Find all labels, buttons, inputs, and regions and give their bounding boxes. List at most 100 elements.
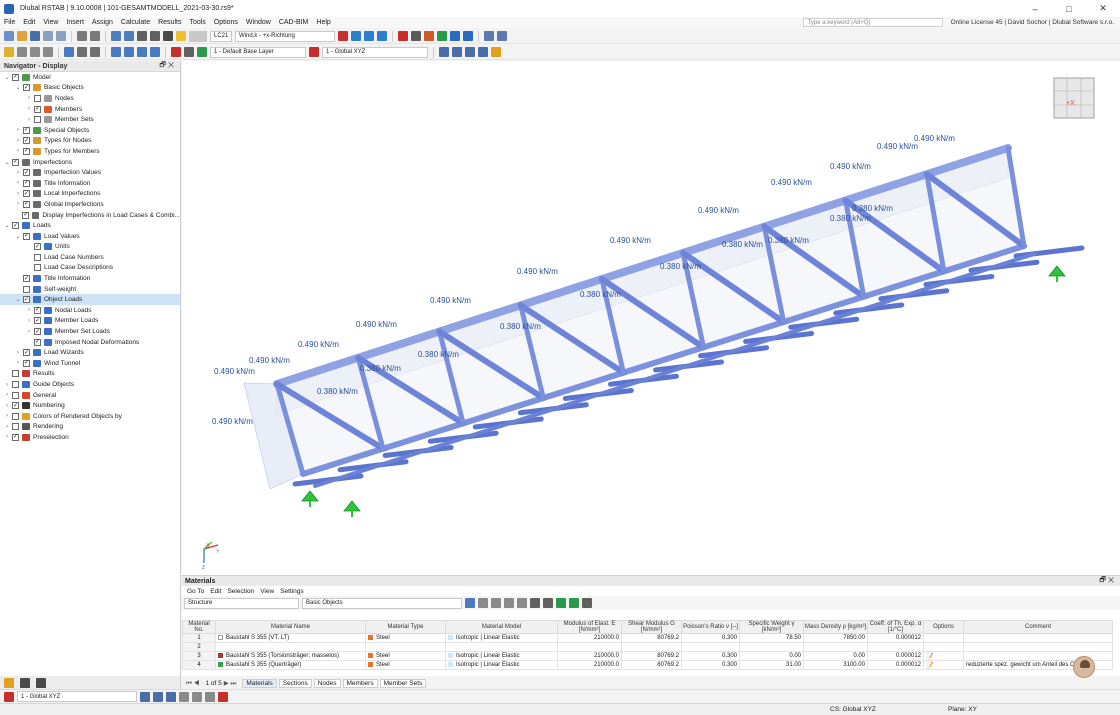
nav-item-model[interactable]: ⌄✓Model: [0, 72, 180, 83]
visibility-checkbox[interactable]: ✓: [23, 127, 30, 134]
cell-model[interactable]: Isotropic | Linear Elastic: [446, 661, 558, 670]
visibility-checkbox[interactable]: ✓: [23, 360, 30, 367]
menu-calculate[interactable]: Calculate: [117, 19, 154, 26]
user-avatar[interactable]: [1073, 656, 1095, 678]
nav-item-load-case-descriptions[interactable]: Load Case Descriptions: [0, 263, 180, 274]
cell-name[interactable]: [216, 643, 366, 652]
visibility-checkbox[interactable]: [12, 392, 19, 399]
coordinate-system-select[interactable]: 1 - Global XYZ: [322, 47, 428, 58]
cell-rho[interactable]: [804, 643, 868, 652]
nav-item-global-imperfections[interactable]: ›✓Global Imperfections: [0, 199, 180, 210]
visibility-checkbox[interactable]: ✓: [23, 275, 30, 282]
nav-item-imperfections[interactable]: ⌄✓Imperfections: [0, 157, 180, 168]
coordinate-icon[interactable]: [309, 47, 319, 57]
visibility-checkbox[interactable]: ✓: [23, 201, 30, 208]
cell-model[interactable]: Isotropic | Linear Elastic: [446, 634, 558, 643]
col-specific-weight[interactable]: Specific Weight γ [kN/m³]: [740, 621, 804, 634]
table-row[interactable]: 1Baustahl S 355 (VT, LT)SteelIsotropic |…: [183, 634, 1113, 643]
table-row[interactable]: 4Baustahl S 355 (Querträger)SteelIsotrop…: [183, 661, 1113, 670]
expand-toggle-icon[interactable]: ›: [15, 148, 21, 154]
col-comment[interactable]: Comment: [964, 621, 1113, 634]
visibility-checkbox[interactable]: [34, 254, 41, 261]
materials-pin-close[interactable]: 🗗 ✕: [1099, 576, 1114, 587]
close-button[interactable]: ✕: [1086, 0, 1120, 17]
view-layout-icon[interactable]: [111, 31, 121, 41]
table-copy-icon[interactable]: [504, 598, 514, 608]
visibility-checkbox[interactable]: ✓: [23, 233, 30, 240]
cell-options[interactable]: [924, 643, 964, 652]
col-thermal-coeff[interactable]: Coeff. of Th. Exp. α [1/°C]: [868, 621, 924, 634]
views-tab-icon[interactable]: [36, 678, 46, 688]
save-icon[interactable]: [30, 31, 40, 41]
transparency-icon[interactable]: [452, 47, 462, 57]
expand-toggle-icon[interactable]: ›: [26, 95, 32, 101]
nav-item-guide-objects[interactable]: ›Guide Objects: [0, 379, 180, 390]
nav-item-wind-tunnel[interactable]: ›✓Wind Tunnel: [0, 358, 180, 369]
col-poisson[interactable]: Poisson's Ratio ν [--]: [682, 621, 740, 634]
expand-toggle-icon[interactable]: ⌄: [4, 74, 10, 81]
cell-e[interactable]: 210000.0: [558, 661, 622, 670]
menu-assign[interactable]: Assign: [88, 19, 117, 26]
view-x-icon[interactable]: [124, 47, 134, 57]
window-split-icon[interactable]: [124, 31, 134, 41]
nav-item-member-loads[interactable]: ›✓Member Loads: [0, 316, 180, 327]
clear-icon[interactable]: [171, 47, 181, 57]
cell-nu[interactable]: 0.300: [682, 661, 740, 670]
snap-icon[interactable]: [497, 31, 507, 41]
expand-toggle-icon[interactable]: ›: [15, 360, 21, 366]
grid-icon[interactable]: [484, 31, 494, 41]
visibility-checkbox[interactable]: ✓: [12, 74, 19, 81]
cell-rho[interactable]: 7850.00: [804, 634, 868, 643]
load-case-number[interactable]: LC21: [210, 31, 232, 42]
materials-menu-selection[interactable]: Selection: [224, 588, 257, 595]
col-material-name[interactable]: Material Name: [216, 621, 366, 634]
cell-alpha[interactable]: 0.000012: [868, 634, 924, 643]
nav-item-load-case-numbers[interactable]: Load Case Numbers: [0, 252, 180, 263]
menu-options[interactable]: Options: [210, 19, 242, 26]
visibility-checkbox[interactable]: ✓: [34, 339, 41, 346]
table-icon[interactable]: [137, 31, 147, 41]
col-material-model[interactable]: Material Model: [446, 621, 558, 634]
cell-alpha[interactable]: 0.000012: [868, 661, 924, 670]
nav-item-imperfection-values[interactable]: ›✓Imperfection Values: [0, 167, 180, 178]
tab-members[interactable]: Members: [343, 679, 378, 688]
visibility-checkbox[interactable]: [34, 95, 41, 102]
cell-type[interactable]: Steel: [366, 634, 446, 643]
expand-toggle-icon[interactable]: ›: [4, 413, 10, 419]
table-delete-icon[interactable]: [491, 598, 501, 608]
visibility-checkbox[interactable]: ✓: [23, 190, 30, 197]
undo-icon[interactable]: [77, 31, 87, 41]
copy-icon[interactable]: [56, 31, 66, 41]
nav-item-rendering[interactable]: ›Rendering: [0, 422, 180, 433]
load-case-select[interactable]: Wind,k - +x-Richtung: [235, 31, 335, 42]
model-viewport[interactable]: 0.490 kN/m0.490 kN/m0.490 kN/m0.490 kN/m…: [182, 61, 1120, 575]
layers-icon[interactable]: [184, 47, 194, 57]
measure-icon[interactable]: [43, 47, 53, 57]
cell-g[interactable]: [622, 643, 682, 652]
visibility-checkbox[interactable]: [12, 370, 19, 377]
minimize-button[interactable]: –: [1018, 0, 1052, 17]
menu-insert[interactable]: Insert: [62, 19, 88, 26]
filter-icon[interactable]: [64, 47, 74, 57]
snap-member-icon[interactable]: [166, 692, 176, 702]
visibility-checkbox[interactable]: ✓: [34, 307, 41, 314]
cell-e[interactable]: 210000.0: [558, 652, 622, 661]
visibility-checkbox[interactable]: ✓: [12, 159, 19, 166]
materials-menu-view[interactable]: View: [257, 588, 277, 595]
cell-no[interactable]: 2: [183, 643, 216, 652]
nav-item-special-objects[interactable]: ›✓Special Objects: [0, 125, 180, 136]
cell-no[interactable]: 1: [183, 634, 216, 643]
cell-name[interactable]: Baustahl S 355 (VT, LT): [216, 634, 366, 643]
nav-item-title-information[interactable]: ✓Title Information: [0, 273, 180, 284]
expand-toggle-icon[interactable]: ⌄: [4, 159, 10, 166]
structure-filter-select[interactable]: Structure: [184, 598, 299, 609]
expand-toggle-icon[interactable]: ›: [4, 392, 10, 398]
visibility-checkbox[interactable]: ✓: [23, 137, 30, 144]
cell-no[interactable]: 4: [183, 661, 216, 670]
expand-toggle-icon[interactable]: ⌄: [15, 84, 21, 91]
nav-item-members[interactable]: ›✓Members: [0, 104, 180, 115]
expand-toggle-icon[interactable]: ›: [4, 403, 10, 409]
object-filter-select[interactable]: Basic Objects: [302, 598, 462, 609]
expand-toggle-icon[interactable]: ›: [15, 180, 21, 186]
calculate-icon[interactable]: [176, 31, 186, 41]
